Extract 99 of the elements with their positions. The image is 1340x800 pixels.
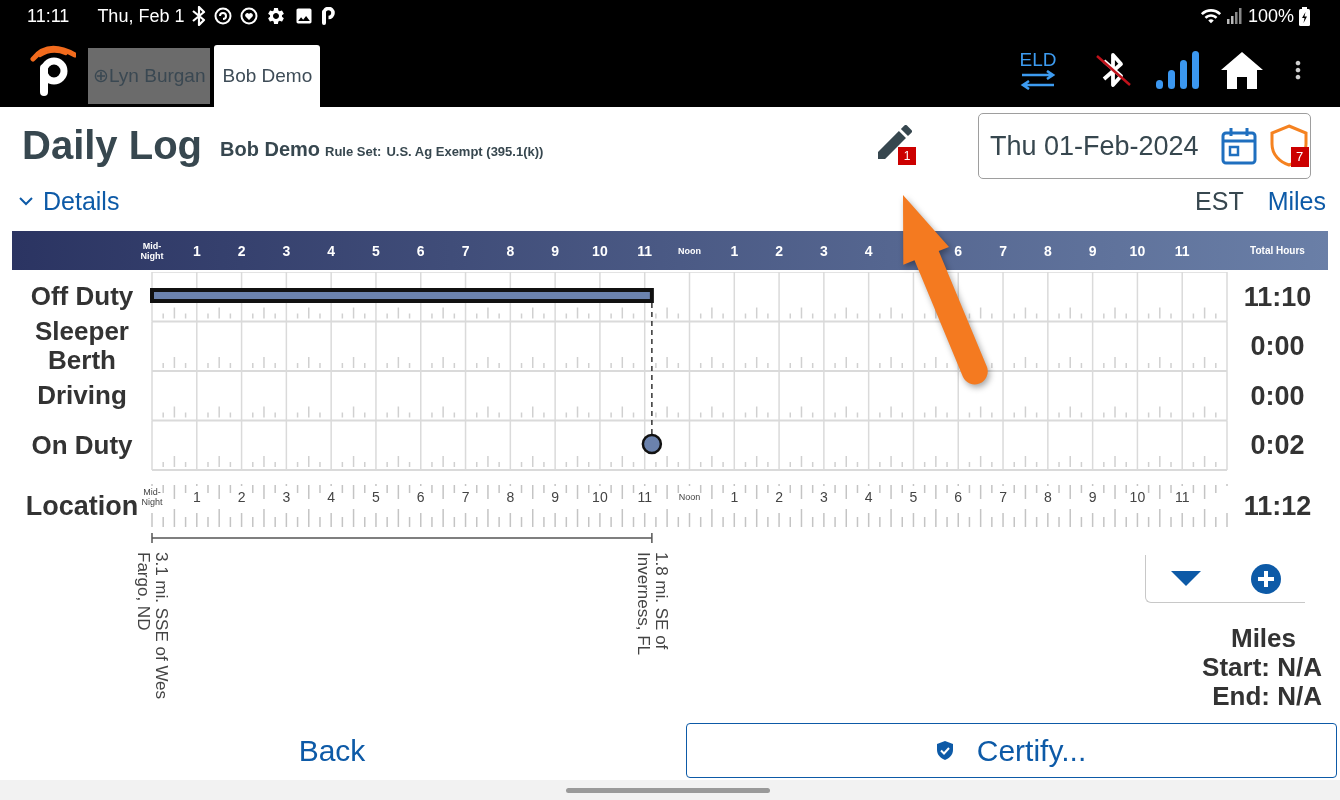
hour-label: 8 (505, 487, 516, 507)
hour-label: 10 (591, 487, 609, 507)
rule-set-value: U.S. Ag Exempt (395.1(k)) (386, 143, 544, 161)
hour-label: Noon (678, 490, 701, 504)
signal-bars-icon[interactable] (1156, 50, 1200, 89)
bluetooth-icon (192, 6, 207, 26)
caret-down-icon[interactable] (1171, 571, 1201, 586)
hour-label: 2 (774, 241, 784, 261)
driver-tab[interactable]: Bob Demo (214, 45, 321, 107)
app-notification-icon (322, 7, 336, 25)
hour-label: 11 (1173, 487, 1191, 507)
battery-charging-icon (1299, 6, 1310, 26)
hour-label: 8 (1042, 241, 1053, 261)
hour-label: 4 (326, 487, 337, 507)
hour-label: 9 (1087, 241, 1098, 261)
duty-status-label: On Duty (31, 430, 133, 460)
hour-label: 4 (863, 487, 874, 507)
hour-label: 5 (908, 487, 919, 507)
timezone-label: EST (1195, 185, 1244, 217)
hour-label: 8 (1042, 487, 1053, 507)
status-total: 11:10 (1243, 280, 1312, 314)
swap-arrows-icon (1020, 69, 1056, 90)
miles-heading: Miles (1230, 624, 1296, 653)
hour-label: 2 (236, 487, 247, 507)
image-icon (294, 6, 315, 26)
rule-set-label: Rule Set: (325, 143, 382, 161)
location-heading: Location (25, 490, 139, 524)
hour-label: 6 (415, 487, 426, 507)
hour-label: 9 (1087, 487, 1098, 507)
add-circle-icon[interactable] (1251, 563, 1281, 594)
hour-label: 10 (1128, 487, 1147, 507)
hour-label: 6 (415, 241, 426, 261)
hour-label: 11 (1173, 241, 1191, 261)
status-time: 11:11 (27, 4, 70, 28)
log-date[interactable]: Thu 01-Feb-2024 (990, 125, 1199, 167)
home-icon[interactable] (1220, 50, 1264, 89)
hour-label: 2 (774, 487, 784, 507)
location-text: 1.8 mi. SE of (651, 552, 670, 652)
alert-count-badge: 7 (1290, 147, 1309, 167)
hour-label: 9 (550, 241, 560, 261)
certify-button[interactable]: Certify... (686, 722, 1337, 778)
hour-label: 7 (998, 487, 1008, 507)
hour-label: 2 (236, 241, 247, 261)
hour-label: 4 (326, 241, 337, 261)
hour-label: Mid-Night (141, 485, 163, 509)
location-text: Inverness, FL (633, 552, 652, 655)
eld-sync-button[interactable]: ELD (1018, 49, 1058, 90)
duty-status-label: Driving (37, 381, 127, 411)
hour-label: Noon (677, 244, 702, 258)
status-total: 0:00 (1250, 379, 1305, 413)
back-button[interactable]: Back (0, 720, 664, 780)
duty-status-label: Sleeper Berth (34, 317, 130, 376)
pencil-icon (878, 125, 912, 159)
location-total: 11:12 (1243, 490, 1312, 524)
driver-name: Bob Demo (220, 137, 321, 162)
cell-signal-icon (1226, 8, 1243, 24)
page-title: Daily Log (22, 122, 203, 168)
status-total: 0:00 (1250, 330, 1305, 363)
hour-label: 6 (953, 487, 964, 507)
hour-label: 1 (191, 487, 202, 507)
gear-icon (266, 6, 287, 26)
hour-label: 4 (863, 241, 874, 261)
hour-label: 7 (460, 487, 471, 507)
status-date: Thu, Feb 1 (97, 4, 185, 28)
hour-label: 1 (191, 241, 202, 261)
hour-label: 3 (818, 487, 829, 507)
edit-count-badge: 1 (898, 147, 916, 165)
hour-label: 3 (281, 487, 292, 507)
hour-label: 11 (636, 487, 653, 507)
hour-label: 5 (371, 241, 381, 261)
hour-label: 9 (550, 487, 560, 507)
units-link[interactable]: Miles (1267, 182, 1326, 221)
miles-end: End: N/A (1212, 682, 1322, 711)
miles-start: Start: N/A (1202, 653, 1322, 682)
hour-label: 3 (818, 241, 829, 261)
hour-label: 7 (460, 241, 471, 261)
calendar-icon[interactable] (1220, 127, 1257, 165)
hour-label: 10 (1128, 241, 1147, 261)
hour-label: 6 (953, 241, 964, 261)
details-toggle[interactable]: Details (19, 182, 120, 221)
status-total: 0:02 (1250, 429, 1305, 462)
duty-status-label: Off Duty (30, 282, 134, 312)
battery-percentage: 100% (1247, 4, 1294, 28)
shield-check-icon (936, 740, 953, 760)
location-text: Fargo, ND (134, 552, 152, 633)
hour-label: 5 (371, 487, 381, 507)
hour-label: 11 (636, 241, 654, 261)
heart-circle-icon (240, 7, 259, 25)
hour-label: 10 (591, 241, 609, 261)
hour-label: 7 (998, 241, 1008, 261)
hour-label: 1 (729, 241, 740, 261)
edit-button[interactable]: 1 (878, 125, 916, 165)
hour-label: 1 (729, 487, 740, 507)
shield-icon[interactable] (1269, 124, 1308, 167)
hour-label: 8 (505, 241, 516, 261)
location-text: 3.1 mi. SSE of Wes (152, 552, 170, 700)
hour-label: 3 (281, 241, 292, 261)
total-hours-heading: Total Hours (1250, 244, 1305, 258)
hour-label: Mid-Night (139, 239, 165, 263)
